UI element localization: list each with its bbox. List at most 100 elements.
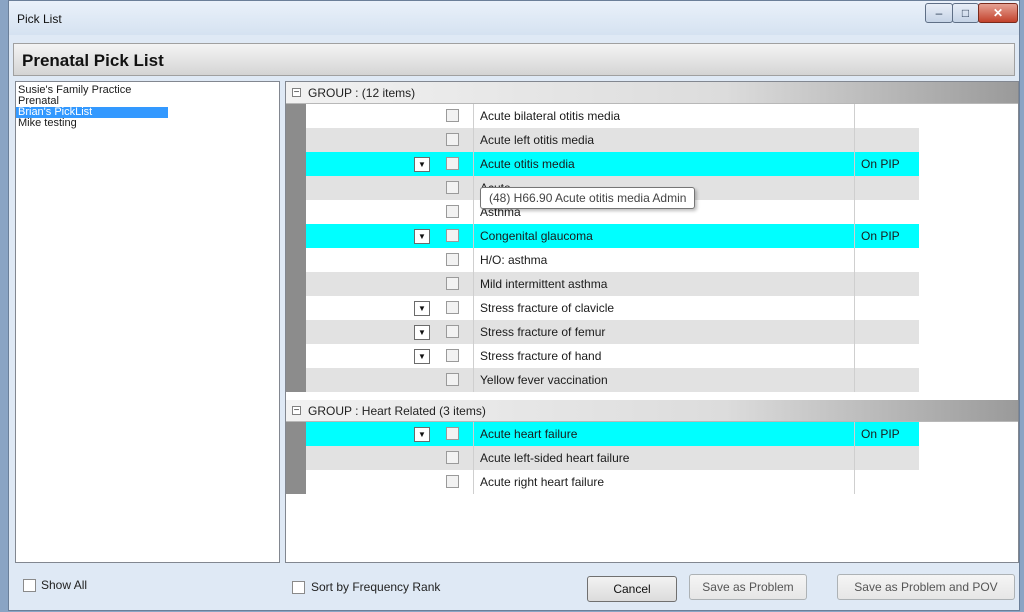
- column-divider: [854, 368, 855, 392]
- page-header: Prenatal Pick List: [13, 43, 1015, 76]
- problem-name: H/O: asthma: [480, 253, 548, 267]
- cancel-button[interactable]: Cancel: [587, 576, 677, 602]
- column-divider: [473, 200, 474, 224]
- column-divider: [473, 470, 474, 494]
- row-gutter: [286, 272, 306, 296]
- table-row[interactable]: ▼ Acute heart failure On PIP: [286, 422, 919, 446]
- column-divider: [854, 272, 855, 296]
- table-row[interactable]: Acute bilateral otitis media: [286, 104, 919, 128]
- show-all-label: Show All: [41, 578, 88, 592]
- column-divider: [473, 176, 474, 200]
- problem-name: Stress fracture of clavicle: [480, 301, 615, 315]
- problem-name: Acute right heart failure: [480, 475, 605, 489]
- problem-name: Mild intermittent asthma: [480, 277, 608, 291]
- problem-name: Stress fracture of femur: [480, 325, 606, 339]
- row-gutter: [286, 248, 306, 272]
- table-row[interactable]: Mild intermittent asthma: [286, 272, 919, 296]
- column-divider: [854, 128, 855, 152]
- row-gutter: [286, 368, 306, 392]
- row-checkbox[interactable]: [446, 301, 459, 314]
- column-divider: [854, 446, 855, 470]
- row-gutter: [286, 470, 306, 494]
- row-checkbox[interactable]: [446, 427, 459, 440]
- pick-list-selector[interactable]: Susie's Family Practice Prenatal Brian's…: [15, 81, 280, 563]
- column-divider: [473, 104, 474, 128]
- save-as-problem-button[interactable]: Save as Problem: [689, 574, 807, 600]
- dropdown-arrow-icon[interactable]: ▼: [414, 229, 430, 244]
- row-checkbox[interactable]: [446, 109, 459, 122]
- status-badge: On PIP: [861, 427, 900, 441]
- table-row[interactable]: H/O: asthma: [286, 248, 919, 272]
- row-checkbox[interactable]: [446, 157, 459, 170]
- problem-name: Congenital glaucoma: [480, 229, 593, 243]
- problem-name: Stress fracture of hand: [480, 349, 602, 363]
- row-checkbox[interactable]: [446, 277, 459, 290]
- row-gutter: [286, 176, 306, 200]
- table-row[interactable]: Yellow fever vaccination: [286, 368, 919, 392]
- column-divider: [854, 248, 855, 272]
- column-divider: [854, 344, 855, 368]
- row-gutter: [286, 200, 306, 224]
- column-divider: [473, 248, 474, 272]
- dropdown-arrow-icon[interactable]: ▼: [414, 325, 430, 340]
- sort-frequency-checkbox[interactable]: [292, 581, 305, 594]
- column-divider: [473, 422, 474, 446]
- dropdown-arrow-icon[interactable]: ▼: [414, 301, 430, 316]
- maximize-button[interactable]: □: [952, 3, 979, 23]
- row-gutter: [286, 224, 306, 248]
- column-divider: [473, 344, 474, 368]
- close-button[interactable]: ✕: [978, 3, 1018, 23]
- group-label: GROUP : Heart Related (3 items): [308, 404, 486, 418]
- row-checkbox[interactable]: [446, 133, 459, 146]
- collapse-icon[interactable]: −: [292, 406, 301, 416]
- row-gutter: [286, 344, 306, 368]
- row-checkbox[interactable]: [446, 373, 459, 386]
- table-row[interactable]: Acute left otitis media: [286, 128, 919, 152]
- column-divider: [473, 320, 474, 344]
- problem-name: Acute left otitis media: [480, 133, 595, 147]
- table-row[interactable]: Acute left-sided heart failure: [286, 446, 919, 470]
- row-gutter: [286, 128, 306, 152]
- table-row[interactable]: ▼ Stress fracture of hand: [286, 344, 919, 368]
- row-checkbox[interactable]: [446, 181, 459, 194]
- row-checkbox[interactable]: [446, 475, 459, 488]
- group-header[interactable]: − GROUP : (12 items): [286, 82, 1018, 104]
- column-divider: [473, 224, 474, 248]
- dropdown-arrow-icon[interactable]: ▼: [414, 427, 430, 442]
- row-checkbox[interactable]: [446, 253, 459, 266]
- column-divider: [473, 152, 474, 176]
- dropdown-arrow-icon[interactable]: ▼: [414, 157, 430, 172]
- row-gutter: [286, 152, 306, 176]
- row-checkbox[interactable]: [446, 325, 459, 338]
- show-all-checkbox[interactable]: [23, 579, 36, 592]
- table-row[interactable]: ▼ Congenital glaucoma On PIP: [286, 224, 919, 248]
- row-checkbox[interactable]: [446, 451, 459, 464]
- row-checkbox[interactable]: [446, 229, 459, 242]
- save-as-problem-and-pov-button[interactable]: Save as Problem and POV: [837, 574, 1015, 600]
- pick-list-item[interactable]: Mike testing: [16, 118, 279, 129]
- group-header[interactable]: − GROUP : Heart Related (3 items): [286, 400, 1018, 422]
- row-checkbox[interactable]: [446, 205, 459, 218]
- column-divider: [473, 446, 474, 470]
- table-row[interactable]: ▼ Stress fracture of clavicle: [286, 296, 919, 320]
- row-checkbox[interactable]: [446, 349, 459, 362]
- sort-frequency-label: Sort by Frequency Rank: [311, 580, 441, 594]
- problem-name: Acute heart failure: [480, 427, 578, 441]
- row-gutter: [286, 320, 306, 344]
- column-divider: [473, 272, 474, 296]
- row-gutter: [286, 446, 306, 470]
- table-row[interactable]: ▼ Stress fracture of femur: [286, 320, 919, 344]
- column-divider: [854, 224, 855, 248]
- group-label: GROUP : (12 items): [308, 86, 416, 100]
- problem-name: Acute bilateral otitis media: [480, 109, 621, 123]
- collapse-icon[interactable]: −: [292, 88, 301, 98]
- table-row[interactable]: Acute right heart failure: [286, 470, 919, 494]
- page-title: Prenatal Pick List: [22, 51, 164, 70]
- minimize-button[interactable]: –: [925, 3, 953, 23]
- table-row[interactable]: ▼ Acute otitis media On PIP: [286, 152, 919, 176]
- footer-bar: Show All Sort by Frequency Rank Cancel S…: [9, 567, 1021, 612]
- column-divider: [854, 422, 855, 446]
- column-divider: [473, 128, 474, 152]
- dropdown-arrow-icon[interactable]: ▼: [414, 349, 430, 364]
- item-tooltip: (48) H66.90 Acute otitis media Admin: [480, 187, 696, 209]
